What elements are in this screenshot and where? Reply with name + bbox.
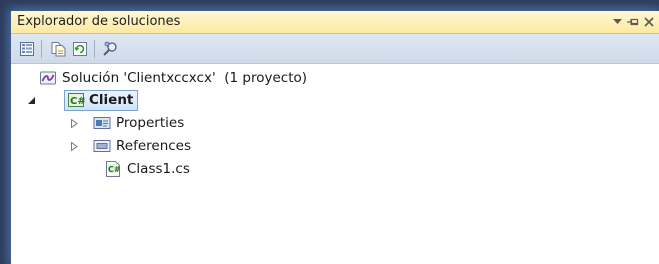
properties-icon[interactable] xyxy=(17,39,37,59)
selected-project[interactable]: C# Client xyxy=(64,89,139,111)
tree-item-class1[interactable]: C# Class1.cs xyxy=(104,158,190,180)
references-folder-icon xyxy=(93,137,111,155)
properties-label: Properties xyxy=(116,115,185,131)
toolbar-separator xyxy=(41,40,42,58)
title-controls xyxy=(609,13,657,31)
close-icon[interactable] xyxy=(641,14,657,30)
tree-item-references[interactable]: References xyxy=(68,135,191,157)
svg-text:C#: C# xyxy=(108,165,121,174)
panel-title-bar: Explorador de soluciones xyxy=(11,11,659,34)
class1-label: Class1.cs xyxy=(127,161,190,177)
project-label: Client xyxy=(89,92,134,108)
panel-title: Explorador de soluciones xyxy=(17,14,181,29)
tree-item-solution[interactable]: Solución 'Clientxccxcx' (1 proyecto) xyxy=(39,67,307,89)
csharp-project-icon: C# xyxy=(67,91,85,109)
collapsed-arrow-icon[interactable] xyxy=(68,140,80,152)
solution-icon xyxy=(39,69,57,87)
collapsed-arrow-icon[interactable] xyxy=(68,117,80,129)
csharp-file-icon: C# xyxy=(104,160,122,178)
tree-item-project[interactable]: C# Client xyxy=(25,89,139,111)
toolbar-separator xyxy=(94,40,95,58)
properties-folder-icon xyxy=(93,114,111,132)
pin-icon[interactable] xyxy=(625,14,641,30)
tree-item-properties[interactable]: Properties xyxy=(68,112,184,134)
panel-toolbar xyxy=(11,34,659,64)
refresh-icon[interactable] xyxy=(70,39,90,59)
dropdown-icon[interactable] xyxy=(609,14,625,30)
svg-text:C#: C# xyxy=(70,96,85,107)
class-view-icon[interactable] xyxy=(101,39,121,59)
expanded-arrow-icon[interactable] xyxy=(25,94,37,106)
references-label: References xyxy=(116,138,192,154)
solution-label: Solución 'Clientxccxcx' (1 proyecto) xyxy=(62,70,308,86)
solution-explorer-panel: Explorador de soluciones Solución 'Clien… xyxy=(11,11,659,264)
show-all-files-icon[interactable] xyxy=(48,39,68,59)
